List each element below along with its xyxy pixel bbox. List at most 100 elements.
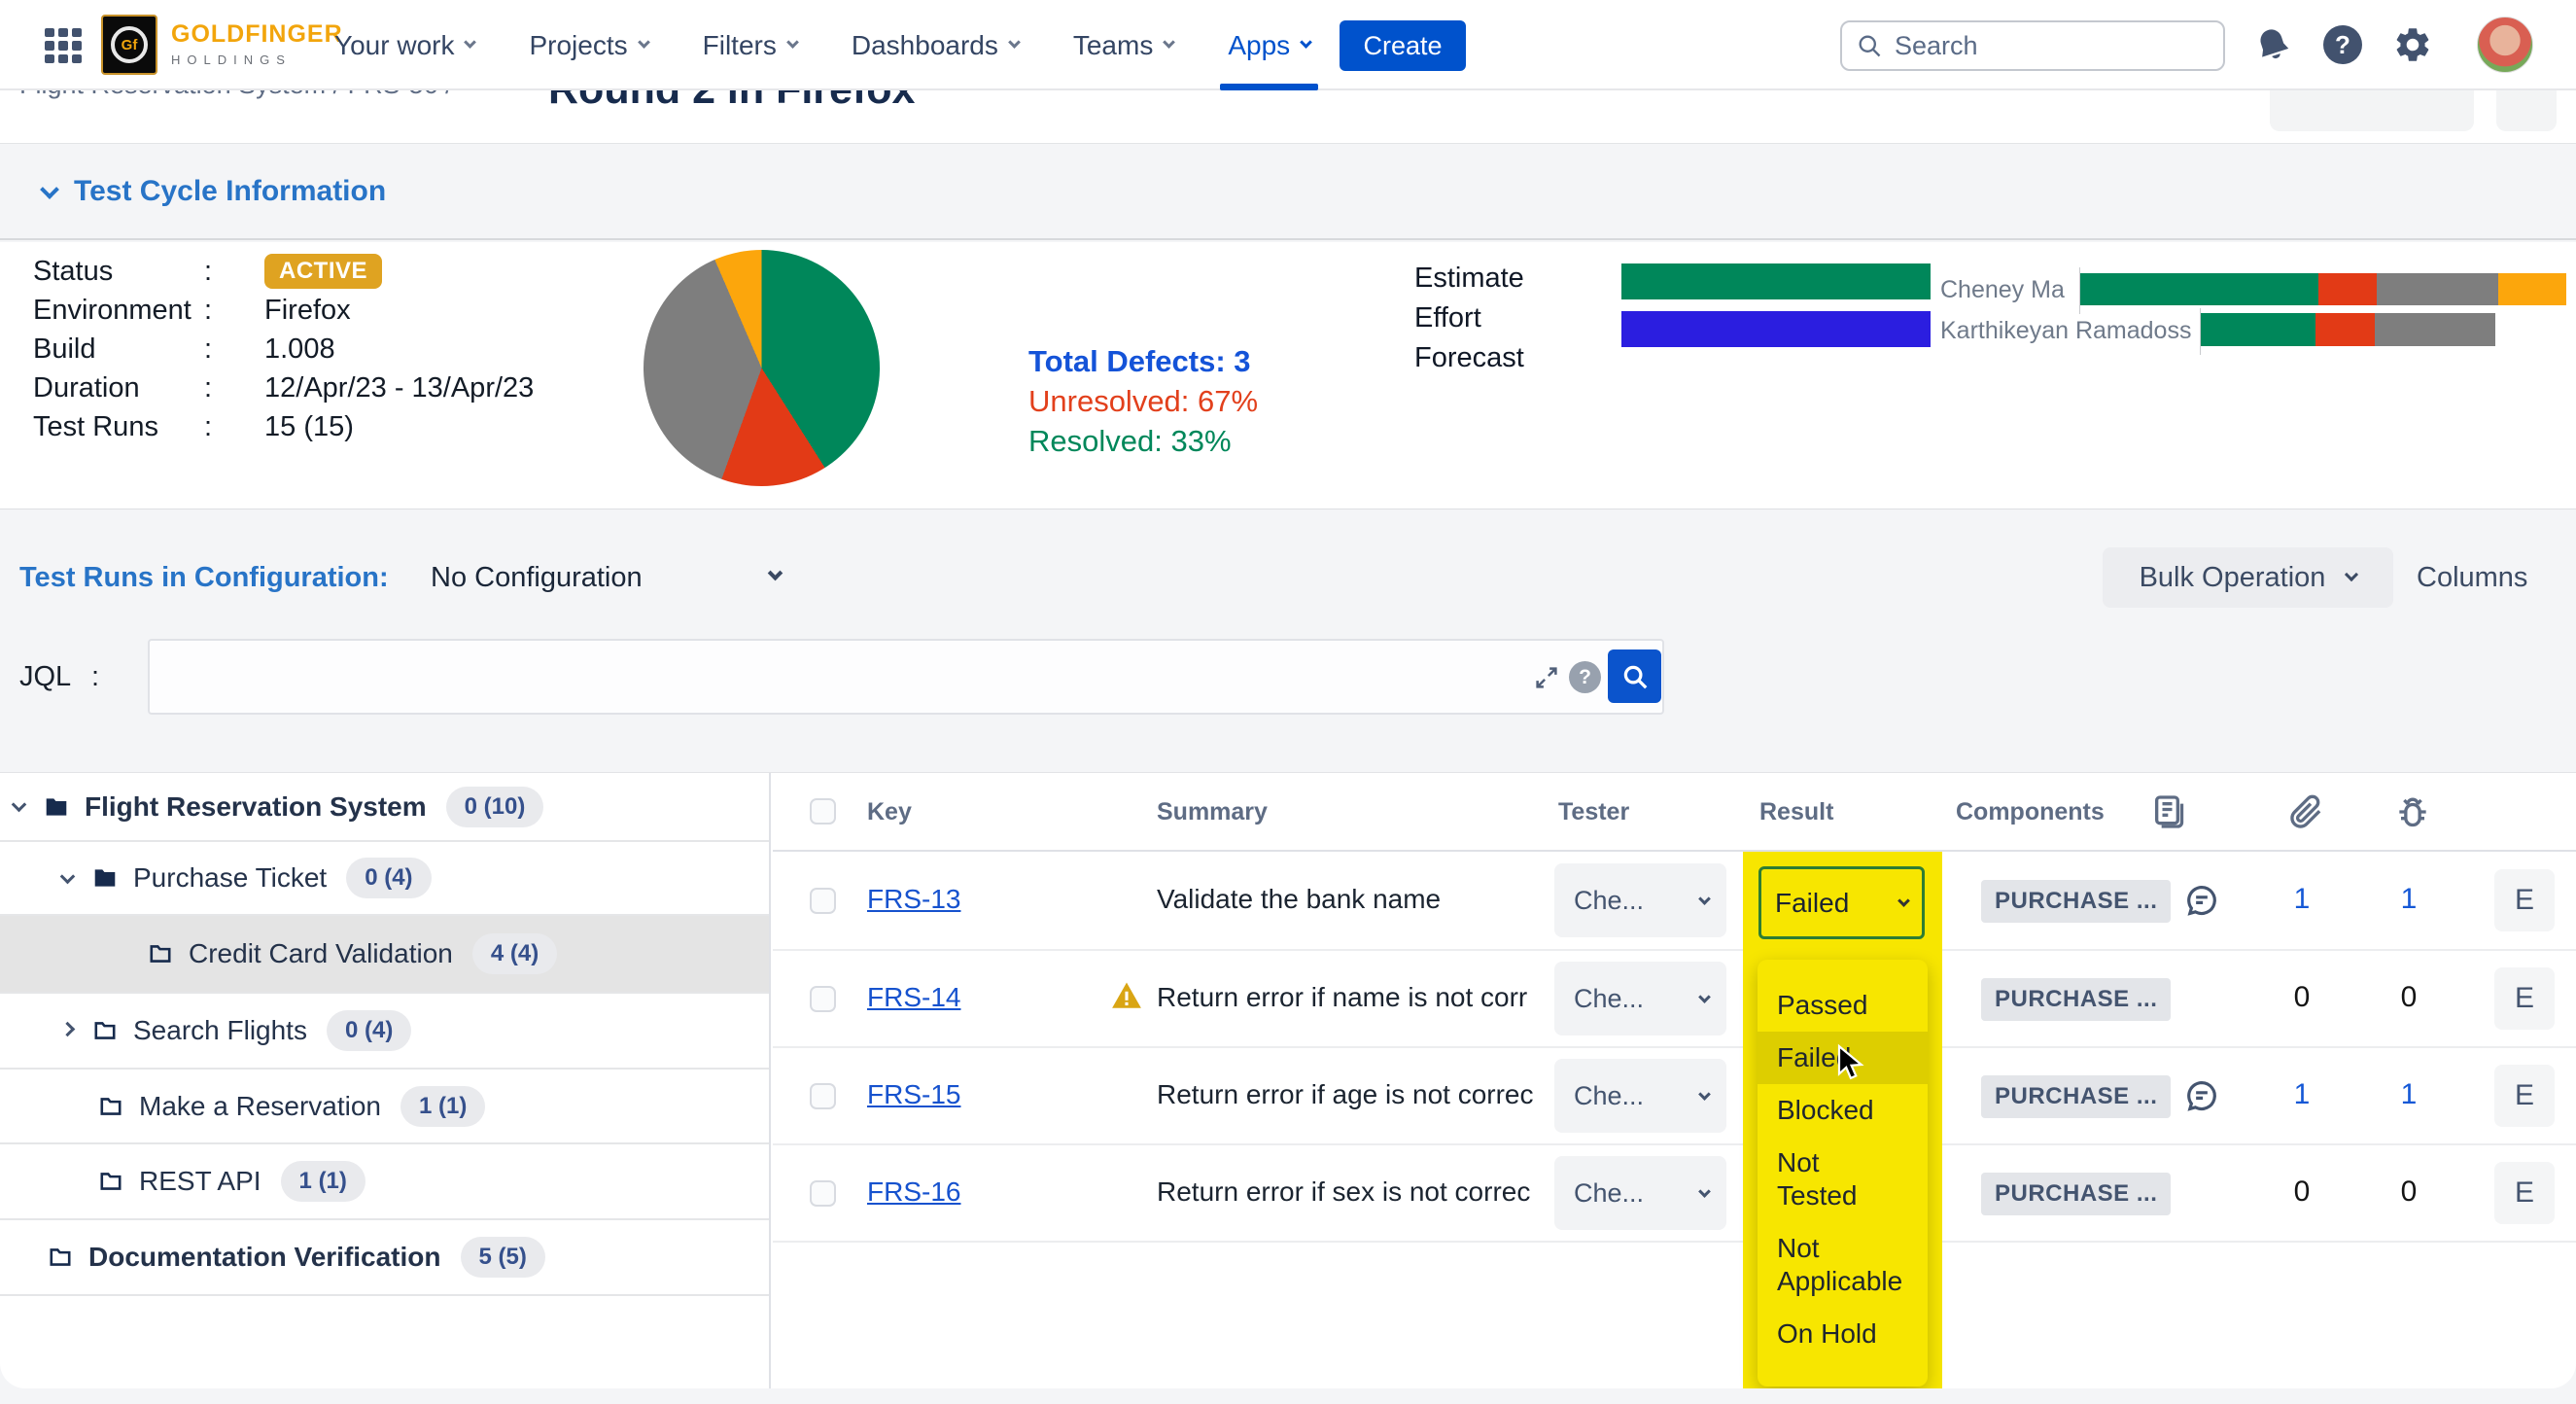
attachments-count: 0 [2282, 981, 2321, 1014]
folder-outline-icon [46, 1245, 75, 1270]
nav-item-apps[interactable]: Apps [1228, 0, 1310, 90]
executor-avatar-button[interactable]: E [2494, 1065, 2555, 1127]
row-checkbox[interactable] [810, 986, 836, 1012]
count-badge: 0 (4) [346, 858, 431, 898]
option-passed[interactable]: Passed [1758, 979, 1928, 1032]
chevron-down-icon [2345, 568, 2358, 581]
comment-icon[interactable] [2183, 1077, 2220, 1114]
workload-label-forecast: Forecast [1414, 342, 1524, 374]
tree-item-make-a-reservation[interactable]: Make a Reservation 1 (1) [0, 1070, 769, 1144]
notifications-bell-icon[interactable] [2251, 23, 2294, 66]
attachments-column-icon [2286, 792, 2325, 831]
total-defects: Total Defects: 3 [1028, 341, 1258, 381]
global-search [1840, 20, 2225, 71]
option-blocked[interactable]: Blocked [1758, 1084, 1928, 1137]
effort-bar [1621, 311, 1931, 347]
row-divider [773, 949, 2576, 951]
tester-select[interactable]: Che... [1554, 1059, 1726, 1133]
count-badge: 0 (10) [446, 787, 544, 827]
option-on-hold[interactable]: On Hold [1758, 1308, 1928, 1360]
nav-item-teams[interactable]: Teams [1073, 0, 1173, 90]
search-input[interactable] [1895, 31, 2186, 61]
cut-off-icon-button[interactable] [2496, 90, 2557, 131]
row-divider [773, 1143, 2576, 1145]
app-switcher-icon[interactable] [45, 28, 82, 63]
testcase-key-link[interactable]: FRS-13 [867, 884, 960, 915]
company-logo[interactable]: Gf [101, 15, 157, 75]
testcase-key-link[interactable]: FRS-16 [867, 1176, 960, 1208]
executor-avatar-button[interactable]: E [2494, 1162, 2555, 1224]
jql-help-icon[interactable]: ? [1569, 661, 1601, 693]
field-duration: Duration: 12/Apr/23 - 13/Apr/23 [33, 369, 534, 407]
chevron-down-icon [638, 36, 650, 49]
attachments-count[interactable]: 1 [2282, 883, 2321, 916]
row-checkbox[interactable] [810, 1180, 836, 1207]
tree-item-documentation-verification[interactable]: Documentation Verification 5 (5) [0, 1220, 769, 1296]
configuration-select[interactable]: No Configuration [431, 562, 781, 594]
row-checkbox[interactable] [810, 888, 836, 914]
testcase-summary: Return error if age is not correc [1157, 1079, 1548, 1110]
cut-off-button[interactable] [2270, 90, 2474, 131]
defects-count[interactable]: 1 [2389, 1078, 2428, 1111]
create-button[interactable]: Create [1340, 20, 1466, 71]
test-runs-config-label: Test Runs in Configuration: [19, 562, 389, 594]
warning-icon [1110, 979, 1143, 1012]
comment-icon[interactable] [2183, 882, 2220, 919]
nav-item-projects[interactable]: Projects [529, 0, 647, 90]
defects-count: 0 [2389, 1176, 2428, 1209]
jql-input[interactable] [148, 639, 1664, 715]
tester-select[interactable]: Che... [1554, 863, 1726, 937]
tester-select[interactable]: Che... [1554, 1156, 1726, 1230]
bulk-operation-button[interactable]: Bulk Operation [2103, 547, 2393, 608]
chevron-down-icon [60, 868, 76, 884]
columns-button[interactable]: Columns [2417, 562, 2527, 594]
tester-select[interactable]: Che... [1554, 962, 1726, 1035]
testcase-key-link[interactable]: FRS-14 [867, 982, 960, 1013]
option-not-applicable[interactable]: Not Applicable [1758, 1222, 1913, 1308]
nav-item-your-work[interactable]: Your work [334, 0, 474, 90]
chevron-down-icon [1008, 36, 1021, 49]
jql-label: JQL [19, 661, 71, 693]
chevron-down-icon [1698, 893, 1711, 905]
company-logo-text: GOLDFINGER HOLDINGS [171, 20, 343, 67]
row-checkbox[interactable] [810, 1083, 836, 1109]
user-avatar[interactable] [2477, 17, 2533, 73]
jql-colon: : [91, 661, 99, 693]
testcase-key-link[interactable]: FRS-15 [867, 1079, 960, 1110]
breadcrumb[interactable]: Flight Reservation System / FRS-56 / [19, 90, 453, 100]
executor-avatar-button[interactable]: E [2494, 869, 2555, 931]
settings-gear-icon[interactable] [2391, 23, 2434, 66]
tree-item-rest-api[interactable]: REST API 1 (1) [0, 1144, 769, 1220]
tree-item-purchase-ticket[interactable]: Purchase Ticket 0 (4) [0, 842, 769, 916]
folder-outline-icon [96, 1169, 125, 1194]
tree-item-flight-reservation-system[interactable]: Flight Reservation System 0 (10) [0, 773, 769, 842]
component-lozenge: PURCHASE ... [1981, 1173, 2171, 1215]
executor-avatar-button[interactable]: E [2494, 967, 2555, 1030]
result-select[interactable]: Failed [1758, 866, 1925, 939]
select-all-checkbox[interactable] [810, 798, 836, 825]
tester-workload-bar [2080, 273, 2566, 305]
defects-count[interactable]: 1 [2389, 883, 2428, 916]
collapse-chevron-icon[interactable] [40, 180, 59, 199]
expand-icon[interactable] [1532, 663, 1561, 692]
attachments-count[interactable]: 1 [2282, 1078, 2321, 1111]
chevron-down-icon [1897, 895, 1910, 907]
option-not-tested[interactable]: Not Tested [1758, 1137, 1903, 1222]
help-icon[interactable]: ? [2321, 23, 2364, 66]
section-title[interactable]: Test Cycle Information [74, 175, 386, 208]
estimate-bar [1621, 263, 1931, 299]
tester-name: Karthikeyan Ramadoss [1940, 317, 2191, 345]
col-header-summary: Summary [1157, 798, 1268, 826]
nav-item-filters[interactable]: Filters [703, 0, 797, 90]
defects-summary: Total Defects: 3 Unresolved: 67% Resolve… [1028, 341, 1258, 461]
tree-item-search-flights[interactable]: Search Flights 0 (4) [0, 994, 769, 1070]
chevron-down-icon [768, 566, 783, 581]
tree-item-credit-card-validation[interactable]: Credit Card Validation 4 (4) [0, 916, 769, 994]
row-divider [773, 1046, 2576, 1048]
chevron-down-icon [1698, 1088, 1711, 1101]
field-environment: Environment: Firefox [33, 291, 534, 330]
mouse-cursor [1831, 1043, 1868, 1086]
jql-search-button[interactable] [1608, 649, 1661, 703]
chevron-down-icon [786, 36, 799, 49]
nav-item-dashboards[interactable]: Dashboards [852, 0, 1019, 90]
